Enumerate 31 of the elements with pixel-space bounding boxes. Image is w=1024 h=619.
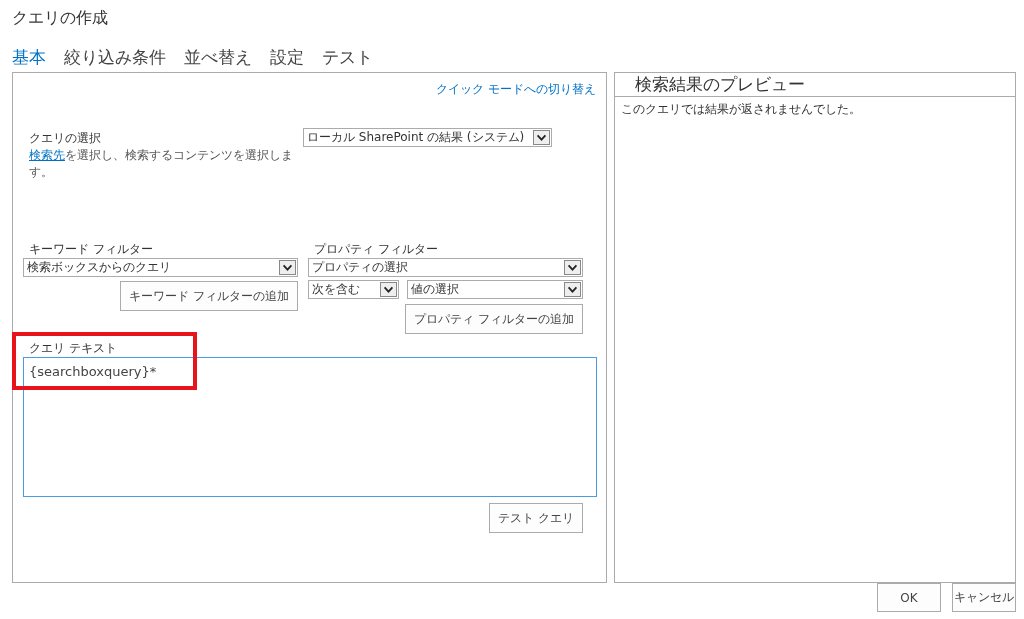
chevron-down-icon xyxy=(279,260,296,275)
help-text: 検索先を選択し、検索するコンテンツを選択します。 xyxy=(29,147,294,181)
add-property-filter-button[interactable]: プロパティ フィルターの追加 xyxy=(405,304,583,334)
dropdown[interactable]: 値の選択 xyxy=(407,280,583,299)
tab[interactable]: 基本 xyxy=(12,46,46,72)
switch-mode-link[interactable]: クイック モードへの切り替え xyxy=(436,81,596,98)
dialog-title: クエリの作成 xyxy=(12,8,109,29)
tab[interactable]: テスト xyxy=(322,46,373,72)
chevron-down-icon xyxy=(533,130,550,145)
field-label: プロパティ フィルター xyxy=(313,241,438,258)
query-text-field[interactable]: {searchboxquery}* xyxy=(23,357,597,497)
dialog-button[interactable]: キャンセル xyxy=(952,583,1016,612)
chevron-down-icon xyxy=(564,282,581,297)
tab[interactable]: 設定 xyxy=(270,46,304,72)
chevron-down-icon xyxy=(380,282,397,297)
chevron-down-icon xyxy=(564,260,581,275)
dialog-button[interactable]: OK xyxy=(877,583,941,612)
field-label: キーワード フィルター xyxy=(28,241,153,258)
dropdown[interactable]: プロパティの選択 xyxy=(308,258,583,277)
dropdown[interactable]: ローカル SharePoint の結果 (システム) xyxy=(303,128,552,147)
preview-title: 検索結果のプレビュー xyxy=(615,73,1015,97)
tab[interactable]: 絞り込み条件 xyxy=(64,46,166,72)
tab[interactable]: 並べ替え xyxy=(184,46,252,72)
help-link[interactable]: 検索先 xyxy=(29,148,65,162)
test-query-button[interactable]: テスト クエリ xyxy=(489,503,583,533)
field-label: クエリ テキスト xyxy=(28,340,118,357)
dropdown[interactable]: 検索ボックスからのクエリ xyxy=(23,258,298,277)
dropdown[interactable]: 次を含む xyxy=(308,280,399,299)
field-label: クエリの選択 xyxy=(29,130,102,147)
add-keyword-filter-button[interactable]: キーワード フィルターの追加 xyxy=(120,281,298,311)
preview-message: このクエリでは結果が返されませんでした。 xyxy=(620,101,862,118)
